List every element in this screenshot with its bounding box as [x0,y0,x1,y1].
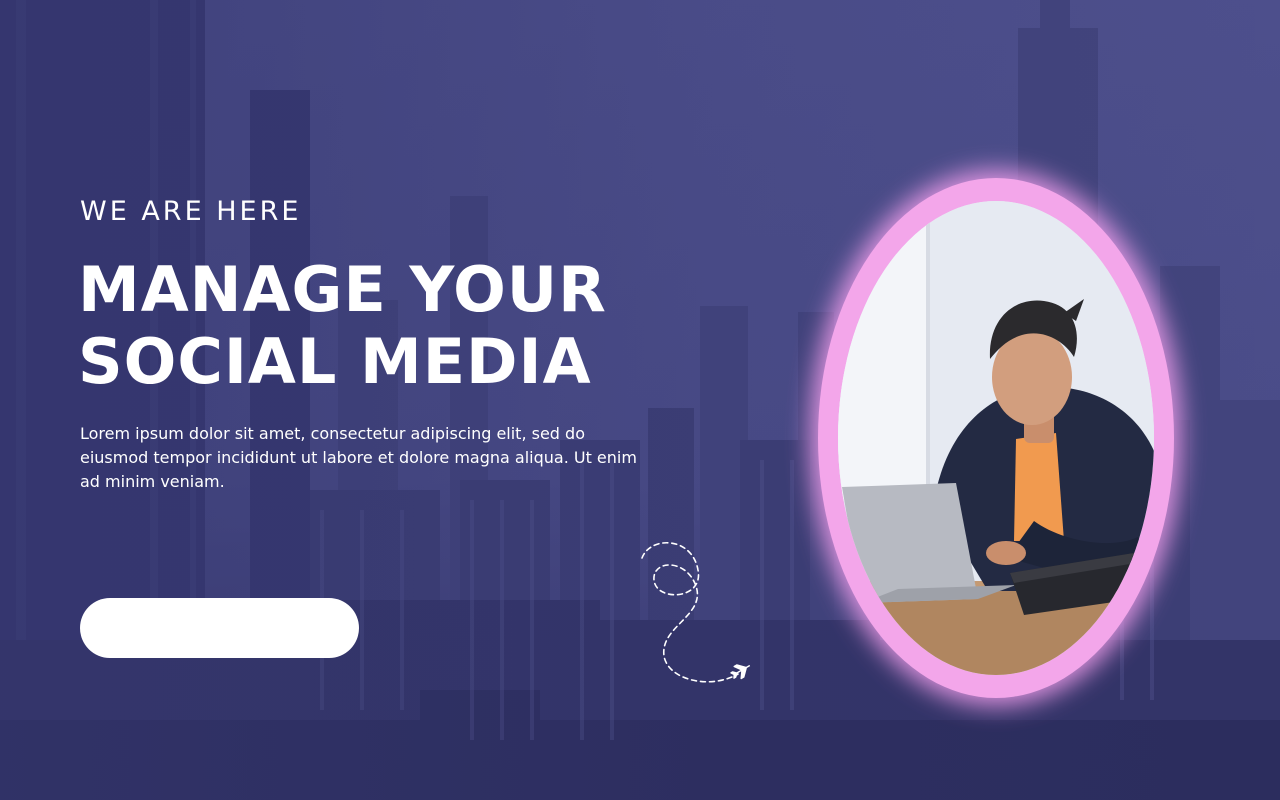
headline: MANAGE YOUR SOCIAL MEDIA [78,254,607,398]
dashed-flight-path-icon [641,542,751,683]
person-at-laptop-illustration [838,201,1154,675]
portrait-photo [838,201,1154,675]
eyebrow-text: WE ARE HERE [80,196,302,227]
headline-line-2: SOCIAL MEDIA [78,325,592,398]
cta-button[interactable] [80,598,359,658]
hero-section: WE ARE HERE MANAGE YOUR SOCIAL MEDIA Lor… [0,0,1280,800]
body-paragraph: Lorem ipsum dolor sit amet, consectetur … [80,424,637,491]
headline-line-1: MANAGE YOUR [78,253,607,326]
airplane-icon [730,664,751,680]
